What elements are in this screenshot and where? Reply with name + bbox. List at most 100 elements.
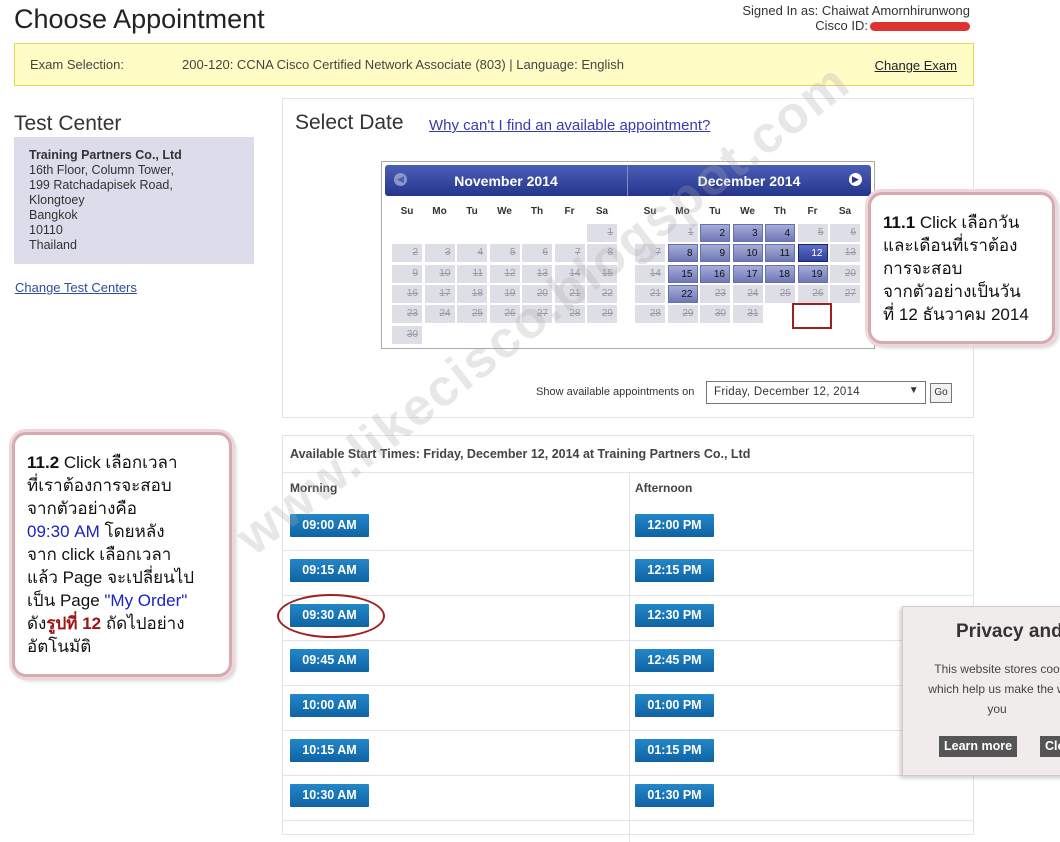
calendar-day-unavailable: 26 [797, 284, 828, 303]
calendar-day-available[interactable]: 4 [765, 224, 795, 242]
go-button[interactable]: Go [930, 383, 952, 403]
calendar-day-unavailable: 26 [489, 305, 520, 324]
calendar-day-selected[interactable]: 12 [797, 244, 828, 263]
weekday-label: We [497, 206, 512, 217]
weekday-label: Fr [564, 206, 575, 217]
calendar-day-unavailable: 27 [522, 305, 552, 324]
weekday-label: Mo [675, 206, 690, 217]
next-month-icon[interactable]: ▶ [849, 173, 862, 186]
test-center-name: Training Partners Co., Ltd [29, 148, 182, 162]
calendar-day-unavailable: 30 [392, 325, 422, 344]
calendar-day-available[interactable]: 22 [667, 284, 698, 303]
exam-selection-value: 200-120: CCNA Cisco Certified Network As… [182, 57, 624, 72]
callout-time: 09:30 AM [27, 522, 100, 541]
test-center-title: Test Center [14, 112, 122, 135]
calendar-day-available[interactable]: 18 [765, 264, 795, 283]
calendar-day-unavailable: 8 [587, 244, 617, 263]
calendar-day-available[interactable]: 16 [700, 264, 730, 283]
calendar-day-available[interactable]: 19 [797, 264, 828, 283]
calendar-day-unavailable: 10 [424, 264, 455, 283]
callout-text: Click เลือกวัน [915, 213, 1020, 232]
calendar-day-unavailable: 25 [765, 284, 795, 303]
weekday-label: We [740, 206, 755, 217]
time-slot-button[interactable]: 09:15 AM [290, 559, 369, 582]
calendar-day-available[interactable]: 17 [732, 264, 763, 283]
calendar-day-unavailable: 31 [732, 305, 763, 324]
callout-number: 11.1 [883, 213, 916, 232]
time-slot-button[interactable]: 10:15 AM [290, 739, 369, 762]
calendar-day-available[interactable]: 8 [667, 244, 698, 263]
address-line: Bangkok [29, 208, 78, 222]
calendar-day-unavailable: 21 [635, 284, 665, 303]
calendar-day-unavailable: 14 [635, 264, 665, 283]
calendar-day-unavailable: 13 [830, 244, 860, 263]
time-slot-button[interactable]: 01:30 PM [635, 784, 714, 807]
calendar-day-unavailable: 23 [700, 284, 730, 303]
calendar-day-unavailable: 28 [635, 305, 665, 324]
date-select-value: Friday, December 12, 2014 [714, 386, 860, 398]
calendar-day-unavailable: 7 [554, 244, 585, 263]
calendar-day-available[interactable]: 15 [667, 264, 698, 283]
month-title-december: December 2014 [697, 173, 801, 189]
learn-more-button[interactable]: Learn more [939, 736, 1018, 757]
calendar-day-unavailable: 27 [830, 284, 860, 303]
time-slot-button[interactable]: 12:15 PM [635, 559, 714, 582]
privacy-text-line: you [987, 702, 1007, 716]
calendar-day-unavailable: 1 [667, 224, 698, 242]
afternoon-column-label: Afternoon [635, 481, 693, 495]
dropdown-caret-icon: ▼ [908, 385, 919, 396]
calendar-day-available[interactable]: 10 [732, 244, 763, 263]
address-line: Klongtoey [29, 193, 85, 207]
privacy-title: Privacy and [956, 621, 1060, 642]
change-exam-link[interactable]: Change Exam [875, 58, 957, 73]
page-title: Choose Appointment [14, 4, 265, 34]
calendar-day-unavailable: 21 [554, 284, 585, 303]
calendar-day-unavailable: 9 [392, 264, 422, 283]
why-no-appointment-link[interactable]: Why can't I find an available appointmen… [429, 117, 710, 134]
weekday-label: Su [643, 206, 657, 217]
address-line: 16th Floor, Column Tower, [29, 163, 174, 177]
date-picker-calendar: ◀ November 2014 December 2014 ▶ Su Mo Tu We… [381, 161, 875, 349]
time-slot-button[interactable]: 10:30 AM [290, 784, 369, 807]
calendar-day-unavailable: 29 [667, 305, 698, 324]
signed-in-info: Signed In as: Chaiwat Amornhirunwong Cis… [742, 3, 970, 33]
calendar-day-unavailable: 15 [587, 264, 617, 283]
callout-text: แล้ว Page จะเปลี่ยนไป [27, 568, 195, 587]
close-button[interactable]: Close [1040, 736, 1060, 757]
calendar-day-available[interactable]: 9 [700, 244, 730, 263]
time-slot-button[interactable]: 12:30 PM [635, 604, 714, 627]
weekday-label: Sa [838, 206, 852, 217]
cisco-id-label: Cisco ID: [815, 18, 868, 33]
time-slot-button[interactable]: 09:45 AM [290, 649, 369, 672]
weekday-label: Mo [432, 206, 447, 217]
date-select-dropdown[interactable]: Friday, December 12, 2014 ▼ [706, 381, 926, 404]
change-test-centers-link[interactable]: Change Test Centers [15, 280, 137, 295]
callout-text: โดยหลัง [99, 522, 165, 541]
calendar-day-available[interactable]: 11 [765, 244, 795, 263]
row-divider [283, 730, 973, 731]
cisco-id-row: Cisco ID: [742, 18, 970, 33]
calendar-header: ◀ November 2014 December 2014 ▶ [385, 165, 871, 196]
privacy-text-line: which help us make the w [928, 682, 1060, 696]
time-slot-button[interactable]: 09:00 AM [290, 514, 369, 537]
calendar-day-unavailable: 24 [732, 284, 763, 303]
callout-number: 11.2 [27, 453, 60, 472]
time-slot-button[interactable]: 12:00 PM [635, 514, 714, 537]
row-divider [283, 640, 973, 641]
time-slot-button[interactable]: 10:00 AM [290, 694, 369, 717]
calendar-day-available[interactable]: 3 [732, 224, 763, 242]
callout-text: ดัง [27, 614, 47, 633]
callout-page-name: "My Order" [104, 591, 188, 610]
time-slot-button[interactable]: 01:15 PM [635, 739, 714, 762]
privacy-popup: Privacy and This website stores coo whic… [902, 606, 1060, 776]
weekday-label: Tu [709, 206, 721, 217]
calendar-day-available[interactable]: 2 [700, 224, 730, 242]
time-slot-button[interactable]: 01:00 PM [635, 694, 714, 717]
signed-in-text: Signed In as: Chaiwat Amornhirunwong [742, 3, 970, 18]
callout-text: จาก click เลือกเวลา [27, 545, 172, 564]
calendar-day-unavailable: 4 [457, 244, 487, 263]
time-slot-button[interactable]: 12:45 PM [635, 649, 714, 672]
address-line: Thailand [29, 238, 77, 252]
calendar-day-unavailable: 19 [489, 284, 520, 303]
calendar-day-unavailable: 30 [700, 305, 730, 324]
